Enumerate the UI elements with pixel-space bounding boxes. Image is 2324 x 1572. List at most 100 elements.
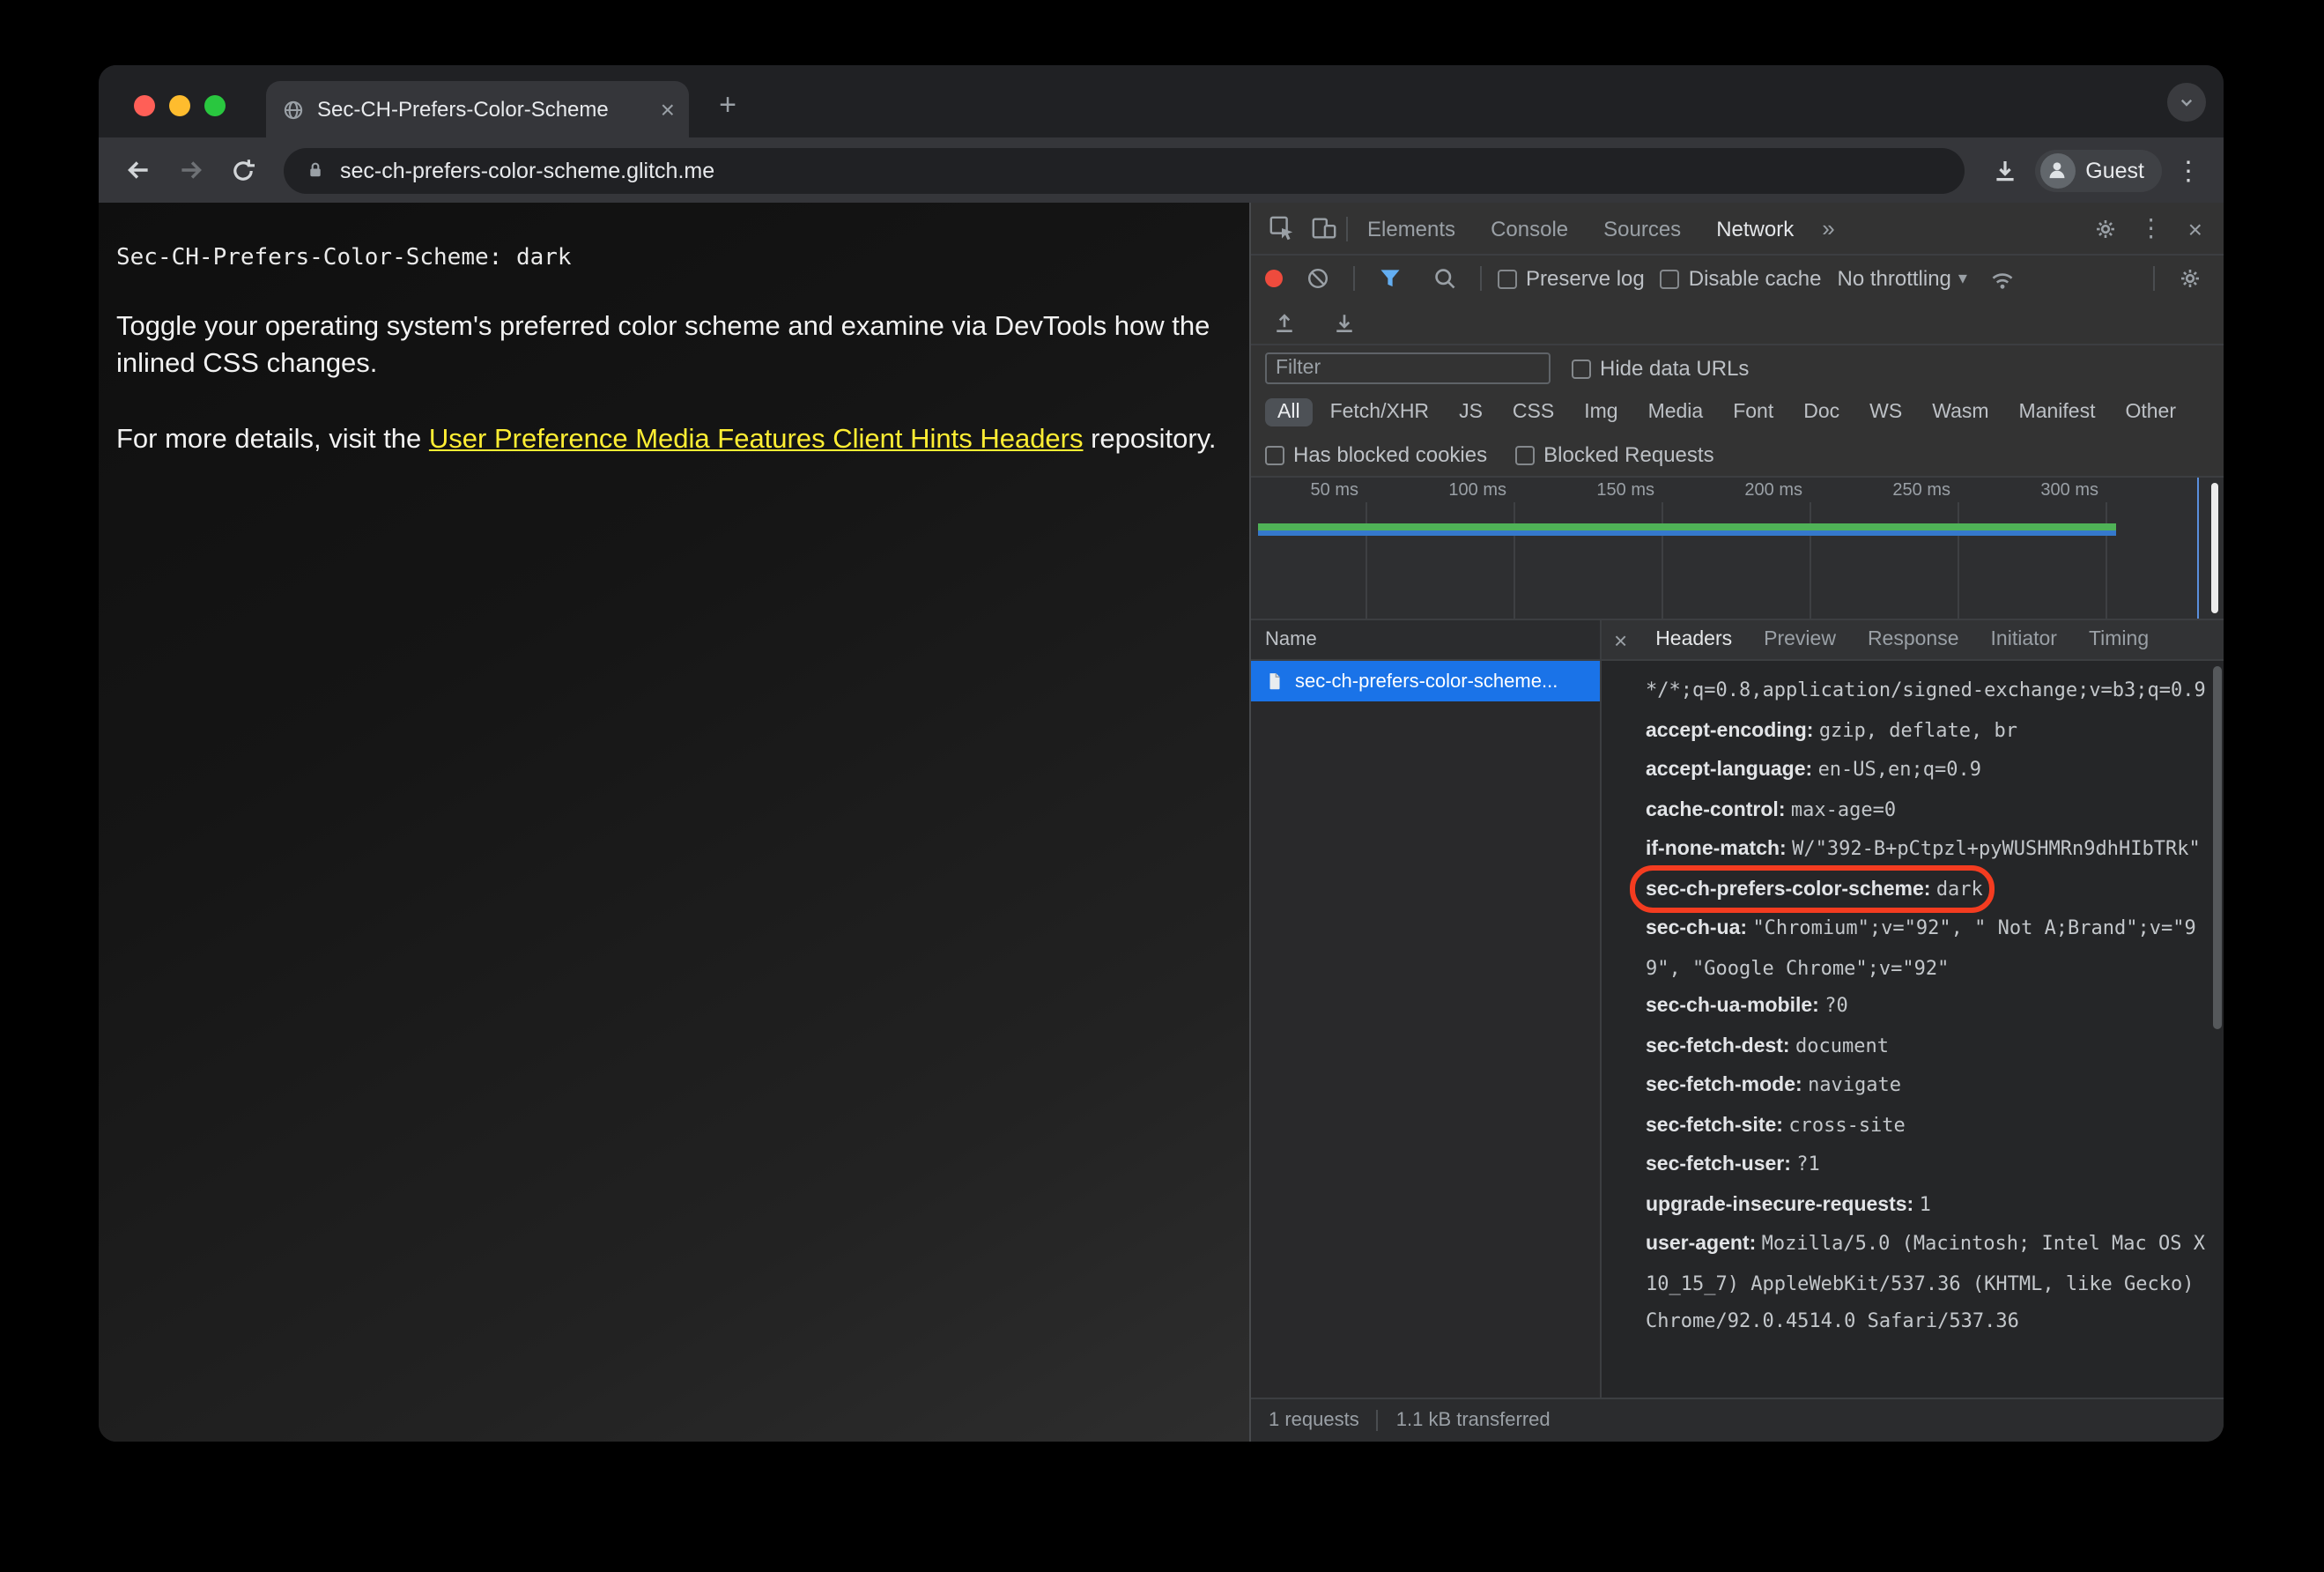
close-detail-icon[interactable]: × xyxy=(1602,627,1639,653)
header-line: cache-control: max-age=0 xyxy=(1646,797,1897,820)
export-har-icon[interactable] xyxy=(1325,305,1364,340)
device-toolbar-icon[interactable] xyxy=(1304,211,1343,246)
blocked-filters-bar: Has blocked cookies Blocked Requests xyxy=(1251,434,2224,478)
filter-input[interactable] xyxy=(1265,352,1551,384)
overview-scrollbar[interactable] xyxy=(2211,483,2218,613)
tab-close-icon[interactable]: × xyxy=(661,97,675,122)
import-har-icon[interactable] xyxy=(1265,305,1304,340)
divider xyxy=(2153,266,2155,291)
throttling-dropdown[interactable]: No throttling ▾ xyxy=(1838,266,1967,291)
timeline-tick: 150 ms xyxy=(1596,481,1654,501)
filter-pill-css[interactable]: CSS xyxy=(1500,398,1566,426)
name-column-header[interactable]: Name xyxy=(1251,620,1600,661)
filter-pill-fetch-xhr[interactable]: Fetch/XHR xyxy=(1318,398,1442,426)
paragraph-text: For more details, visit the xyxy=(116,424,429,455)
profile-button[interactable]: Guest xyxy=(2034,149,2162,191)
more-tabs-icon[interactable]: » xyxy=(1813,215,1843,241)
filter-pill-doc[interactable]: Doc xyxy=(1791,398,1852,426)
record-button[interactable] xyxy=(1265,270,1283,287)
browser-tab[interactable]: Sec-CH-Prefers-Color-Scheme × xyxy=(266,81,689,137)
divider xyxy=(1353,266,1355,291)
page-paragraph: For more details, visit the User Prefere… xyxy=(116,421,1232,459)
disable-cache-group: Disable cache xyxy=(1660,266,1822,291)
repository-link[interactable]: User Preference Media Features Client Hi… xyxy=(429,425,1084,455)
has-blocked-cookies-group: Has blocked cookies xyxy=(1265,442,1487,467)
paragraph-text: repository. xyxy=(1083,424,1217,455)
filter-pill-font[interactable]: Font xyxy=(1721,398,1786,426)
settings-gear-icon[interactable] xyxy=(2086,211,2125,246)
page-header-value: Sec-CH-Prefers-Color-Scheme: dark xyxy=(116,245,572,271)
gridline xyxy=(1810,502,1811,619)
tab-initiator[interactable]: Initiator xyxy=(1975,621,2073,658)
inspect-element-icon[interactable] xyxy=(1262,211,1300,246)
tab-preview[interactable]: Preview xyxy=(1748,621,1852,658)
blocked-requests-checkbox[interactable] xyxy=(1515,445,1536,464)
detail-scrollbar[interactable] xyxy=(2213,666,2222,1029)
header-line: if-none-match: W/"392-B+pCtpzl+pyWUSHMRn… xyxy=(1646,837,2201,860)
preserve-log-checkbox[interactable] xyxy=(1498,269,1517,288)
network-overview-timeline[interactable]: 50 ms 100 ms 150 ms 200 ms 250 ms 300 ms xyxy=(1251,478,2224,620)
header-line: sec-fetch-mode: navigate xyxy=(1646,1073,1902,1096)
search-icon[interactable] xyxy=(1425,261,1464,296)
disable-cache-checkbox[interactable] xyxy=(1660,269,1680,288)
request-list: Name sec-ch-prefers-color-scheme... xyxy=(1251,620,1602,1398)
hide-data-urls-checkbox[interactable] xyxy=(1572,359,1591,378)
devtools-panel: Elements Console Sources Network » ⋮ × P… xyxy=(1249,203,2224,1442)
tab-sources[interactable]: Sources xyxy=(1588,204,1697,253)
throttling-value: No throttling xyxy=(1837,266,1951,291)
minimize-window-button[interactable] xyxy=(169,95,190,116)
filter-pill-all[interactable]: All xyxy=(1265,398,1313,426)
request-row[interactable]: sec-ch-prefers-color-scheme... xyxy=(1251,661,1600,701)
filter-pill-wasm[interactable]: Wasm xyxy=(1920,398,2001,426)
filter-pill-ws[interactable]: WS xyxy=(1857,398,1914,426)
timeline-tick: 250 ms xyxy=(1892,481,1950,501)
filter-pill-other[interactable]: Other xyxy=(2113,398,2188,426)
network-settings-gear-icon[interactable] xyxy=(2171,261,2209,296)
tab-response[interactable]: Response xyxy=(1852,621,1975,658)
request-headers-list: */*;q=0.8,application/signed-exchange;v=… xyxy=(1602,661,2224,1398)
zoom-window-button[interactable] xyxy=(204,95,226,116)
browser-menu-button[interactable]: ⋮ xyxy=(2169,154,2208,186)
requests-count: 1 requests xyxy=(1269,1410,1359,1431)
header-line: user-agent: Mozilla/5.0 (Macintosh; Inte… xyxy=(1646,1232,2205,1332)
tab-elements[interactable]: Elements xyxy=(1351,204,1471,253)
browser-window: Sec-CH-Prefers-Color-Scheme × + sec-ch-p… xyxy=(99,65,2224,1442)
header-line: sec-ch-ua: "Chromium";v="92", " Not A;Br… xyxy=(1646,916,2196,979)
address-bar[interactable]: sec-ch-prefers-color-scheme.glitch.me xyxy=(284,147,1965,193)
devtools-close-icon[interactable]: × xyxy=(2178,214,2213,242)
clear-icon[interactable] xyxy=(1299,261,1337,296)
header-line: sec-fetch-user: ?1 xyxy=(1646,1153,1820,1175)
filter-pill-media[interactable]: Media xyxy=(1636,398,1716,426)
new-tab-button[interactable]: + xyxy=(708,86,747,125)
has-blocked-cookies-checkbox[interactable] xyxy=(1265,445,1284,464)
tab-search-button[interactable] xyxy=(2167,83,2206,122)
tab-console[interactable]: Console xyxy=(1475,204,1584,253)
tab-network[interactable]: Network xyxy=(1700,204,1810,253)
hide-data-urls-group: Hide data URLs xyxy=(1572,356,1749,381)
filter-pill-manifest[interactable]: Manifest xyxy=(2007,398,2108,426)
forward-button[interactable] xyxy=(167,147,213,193)
desktop: Sec-CH-Prefers-Color-Scheme × + sec-ch-p… xyxy=(0,0,2324,1572)
filter-pill-js[interactable]: JS xyxy=(1447,398,1495,426)
detail-tabbar: × Headers Preview Response Initiator Tim… xyxy=(1602,620,2224,661)
reload-button[interactable] xyxy=(220,147,266,193)
gridline xyxy=(1958,502,1959,619)
filter-funnel-icon[interactable] xyxy=(1371,261,1410,296)
download-button[interactable] xyxy=(1981,147,2027,193)
url-text: sec-ch-prefers-color-scheme.glitch.me xyxy=(340,158,715,182)
window-controls xyxy=(134,95,226,116)
tab-timing[interactable]: Timing xyxy=(2073,621,2165,658)
devtools-menu-icon[interactable]: ⋮ xyxy=(2128,213,2174,243)
disable-cache-label: Disable cache xyxy=(1688,266,1822,291)
tab-strip: Sec-CH-Prefers-Color-Scheme × + xyxy=(99,65,2224,137)
tab-headers[interactable]: Headers xyxy=(1639,621,1748,658)
filter-pill-img[interactable]: Img xyxy=(1572,398,1630,426)
network-conditions-icon[interactable] xyxy=(1983,261,2022,296)
back-button[interactable] xyxy=(115,147,160,193)
close-window-button[interactable] xyxy=(134,95,155,116)
lock-icon[interactable] xyxy=(305,159,326,182)
network-main: Name sec-ch-prefers-color-scheme... × He… xyxy=(1251,620,2224,1398)
request-detail-pane: × Headers Preview Response Initiator Tim… xyxy=(1602,620,2224,1398)
red-circle-annotation: sec-ch-prefers-color-scheme: dark xyxy=(1629,864,1996,912)
blocked-requests-group: Blocked Requests xyxy=(1515,442,1714,467)
